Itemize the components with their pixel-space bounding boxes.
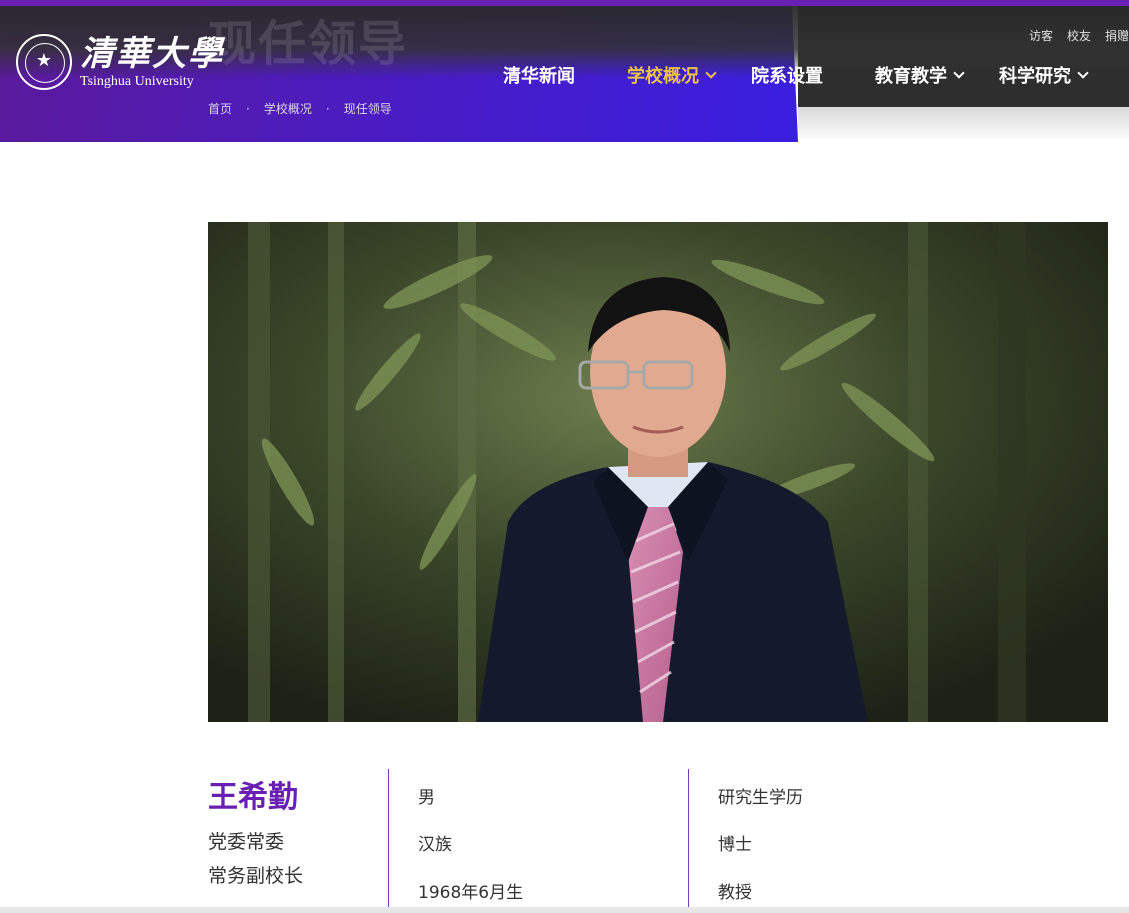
breadcrumb-current: 现任领导 <box>343 102 392 116</box>
nav-item-label: 教育教学 <box>875 66 947 87</box>
breadcrumb-separator: · <box>246 101 250 116</box>
info-title: 教授 <box>718 883 752 903</box>
portrait-photo <box>208 222 1108 722</box>
logo-english-name: Tsinghua University <box>80 74 194 89</box>
util-link-alumni[interactable]: 校友 <box>1067 27 1091 44</box>
top-accent-line <box>0 0 1129 6</box>
nav-item-departments[interactable]: 院系设置 <box>751 62 875 88</box>
header-shadow <box>798 107 1129 142</box>
page: 现任领导 清華大學 Tsinghua University 访客 校友 捐赠 清… <box>0 0 1129 913</box>
breadcrumb-separator: · <box>325 101 330 116</box>
leader-name: 王希勤 <box>208 780 298 815</box>
nav-item-label: 学校概况 <box>627 66 699 87</box>
horizontal-scrollbar[interactable] <box>0 907 1129 913</box>
column-divider <box>688 769 689 909</box>
leader-role-2: 常务副校长 <box>208 865 304 887</box>
nav-item-education[interactable]: 教育教学 <box>875 62 999 88</box>
university-logo[interactable]: 清華大學 Tsinghua University <box>16 34 224 90</box>
info-birth: 1968年6月生 <box>418 883 524 903</box>
nav-item-label: 清华新闻 <box>503 66 575 87</box>
info-education: 研究生学历 <box>718 788 803 808</box>
util-link-visitor[interactable]: 访客 <box>1029 27 1053 44</box>
info-gender: 男 <box>418 788 435 808</box>
info-degree: 博士 <box>718 835 752 855</box>
nav-item-news[interactable]: 清华新闻 <box>503 62 627 88</box>
nav-item-label: 科学研究 <box>999 66 1071 87</box>
utility-links: 访客 校友 捐赠 <box>1029 27 1129 44</box>
chevron-down-icon <box>1077 67 1089 79</box>
university-seal-icon <box>16 34 72 90</box>
nav-item-about[interactable]: 学校概况 <box>627 62 751 88</box>
portrait-illustration <box>208 222 1108 722</box>
leader-role-1: 党委常委 <box>208 831 285 853</box>
nav-item-research[interactable]: 科学研究 <box>999 62 1123 88</box>
chevron-down-icon <box>705 67 717 79</box>
column-divider <box>388 769 389 909</box>
chevron-down-icon <box>953 67 965 79</box>
breadcrumb-about[interactable]: 学校概况 <box>264 100 312 117</box>
breadcrumb-home[interactable]: 首页 <box>208 100 232 117</box>
breadcrumb: 首页 · 学校概况 · 现任领导 <box>208 100 392 117</box>
main-nav: 清华新闻 学校概况 院系设置 教育教学 科学研究 <box>503 62 1123 88</box>
logo-chinese-name: 清華大學 <box>80 34 224 74</box>
ghost-page-title: 现任领导 <box>208 16 409 72</box>
nav-item-label: 院系设置 <box>751 66 823 87</box>
util-link-donate[interactable]: 捐赠 <box>1105 27 1129 44</box>
info-ethnicity: 汉族 <box>418 835 452 855</box>
